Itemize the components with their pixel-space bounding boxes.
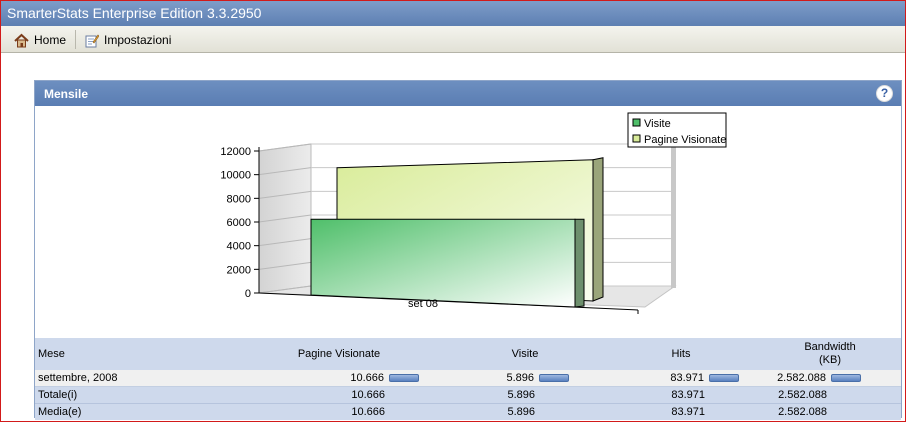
y-tick-label: 4000 (227, 241, 251, 253)
legend-swatch (632, 134, 641, 143)
pages-bar (389, 374, 419, 383)
stats-table: Mese Pagine Visionate Visite Hits Bandwi… (35, 338, 901, 420)
row-label: settembre, 2008 (35, 370, 231, 387)
col-header-pages: Pagine Visionate (231, 338, 447, 370)
monthly-panel: Mensile ? 12000 10000 8000 6000 4000 2000 0 set… (34, 80, 902, 420)
y-tick-label: 2000 (227, 264, 251, 276)
panel-title: Mensile (44, 87, 89, 101)
table-header-row: Mese Pagine Visionate Visite Hits Bandwi… (35, 338, 901, 370)
row-bandwidth-value: 2.582.088 (777, 372, 826, 384)
hits-bar (709, 374, 739, 383)
table-row: settembre, 2008 10.666 5.896 83.971 2.58… (35, 370, 901, 387)
settings-button[interactable]: Impostazioni (84, 31, 171, 49)
settings-label: Impostazioni (104, 33, 172, 47)
visits-bar (539, 374, 569, 383)
bandwidth-bar (831, 374, 861, 383)
row-pages: 10.666 (231, 386, 447, 404)
row-pages: 10.666 (231, 403, 447, 420)
col-header-hits: Hits (603, 338, 759, 370)
home-icon (14, 33, 29, 48)
row-label: Media(e) (35, 403, 231, 420)
y-tick-label: 12000 (220, 146, 251, 158)
row-pages: 10.666 (231, 370, 447, 387)
legend-label: Visite (644, 118, 671, 130)
table-row: Totale(i) 10.666 5.896 83.971 2.582.088 (35, 386, 901, 404)
monthly-chart: 12000 10000 8000 6000 4000 2000 0 set 08 Visite P… (220, 112, 727, 314)
legend-label: Pagine Visionate (644, 134, 726, 146)
col-header-bandwidth: Bandwidth (KB) (759, 338, 901, 370)
home-button[interactable]: Home (14, 31, 66, 49)
row-visits: 5.896 (447, 386, 603, 404)
toolbar: Home Impostazioni (1, 26, 905, 53)
legend-swatch (632, 118, 641, 127)
row-hits: 83.971 (603, 370, 759, 387)
col-header-bandwidth-text: Bandwidth (KB) (804, 341, 856, 366)
x-category-label: set 08 (408, 298, 438, 310)
bar-visite-side (574, 218, 585, 308)
row-hits-value: 83.971 (670, 372, 704, 384)
col-header-visits: Visite (447, 338, 603, 370)
y-tick-label: 6000 (227, 217, 251, 229)
row-visits: 5.896 (447, 403, 603, 420)
row-bandwidth: 2.582.088 (759, 386, 901, 404)
window-title: SmarterStats Enterprise Edition 3.3.2950 (1, 1, 905, 26)
row-visits: 5.896 (447, 370, 603, 387)
row-bandwidth: 2.582.088 (759, 370, 901, 387)
bar-visite (310, 218, 576, 308)
bar-pagine-visionate-side (592, 157, 604, 302)
row-pages-value: 10.666 (350, 372, 384, 384)
col-header-month: Mese (35, 338, 231, 370)
panel-header: Mensile ? (35, 81, 901, 106)
row-bandwidth: 2.582.088 (759, 403, 901, 420)
toolbar-separator (75, 30, 76, 49)
y-tick-label: 0 (245, 288, 251, 300)
y-tick-label: 10000 (220, 170, 251, 182)
row-hits: 83.971 (603, 403, 759, 420)
help-icon[interactable]: ? (876, 85, 893, 102)
table-row: Media(e) 10.666 5.896 83.971 2.582.088 (35, 403, 901, 420)
home-label: Home (34, 33, 67, 47)
settings-icon (84, 33, 100, 48)
y-tick-label: 8000 (227, 193, 251, 205)
row-hits: 83.971 (603, 386, 759, 404)
row-visits-value: 5.896 (506, 372, 534, 384)
chart-right-wall (671, 146, 676, 288)
row-label: Totale(i) (35, 386, 231, 404)
